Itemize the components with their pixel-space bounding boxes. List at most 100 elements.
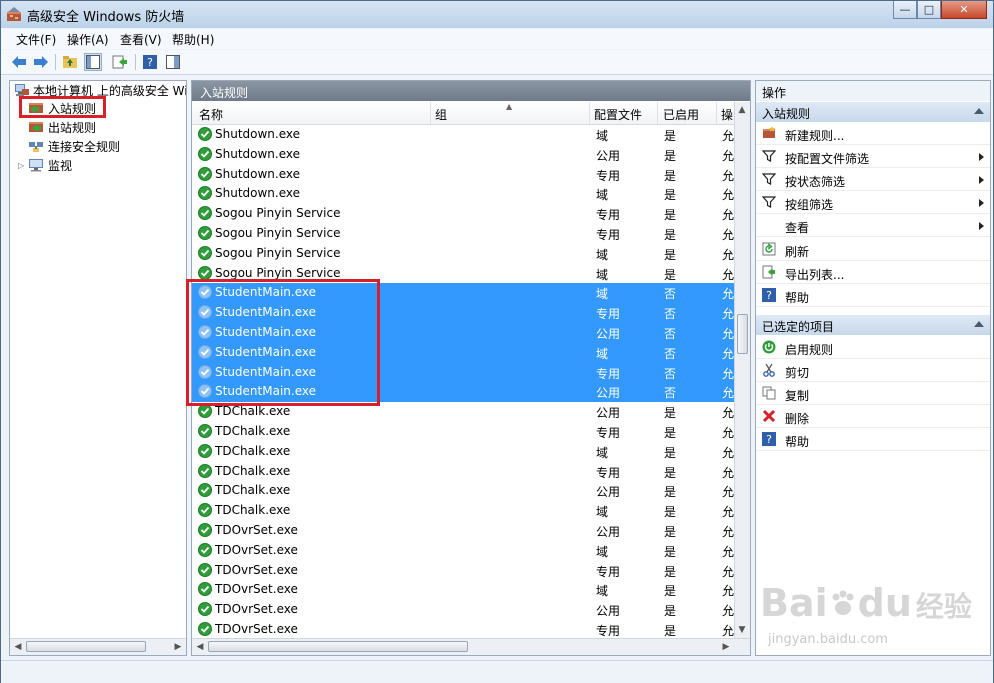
table-row[interactable]: TDChalk.exe 域 是 允 — [192, 442, 734, 462]
table-row[interactable]: TDOvrSet.exe 公用 是 允 — [192, 600, 734, 620]
column-divider[interactable] — [657, 102, 658, 124]
scroll-right-arrow-icon[interactable]: ▶ — [720, 641, 732, 653]
column-divider[interactable] — [589, 102, 590, 124]
column-divider[interactable] — [430, 102, 431, 124]
rule-action-cell: 允 — [722, 267, 735, 282]
menu-file[interactable]: 文件(F) — [16, 31, 56, 48]
column-header-enabled[interactable]: 已启用 — [663, 106, 699, 123]
scroll-down-arrow-icon[interactable]: ▼ — [736, 624, 748, 636]
column-header-name[interactable]: 名称 — [199, 106, 223, 123]
table-row[interactable]: Shutdown.exe 公用 是 允 — [192, 145, 734, 165]
action-item[interactable]: ? 帮助 — [756, 285, 990, 307]
table-row[interactable]: TDChalk.exe 专用 是 允 — [192, 462, 734, 482]
table-row[interactable]: TDOvrSet.exe 专用 是 允 — [192, 561, 734, 581]
rule-enabled-cell: 是 — [664, 445, 677, 460]
table-row[interactable]: Shutdown.exe 域 是 允 — [192, 125, 734, 145]
forward-button[interactable] — [32, 53, 50, 71]
table-row[interactable]: TDOvrSet.exe 域 是 允 — [192, 580, 734, 600]
rules-pane-title: 入站规则 — [200, 86, 249, 100]
action-label: 帮助 — [785, 435, 810, 450]
rule-enabled-cell: 是 — [664, 148, 677, 163]
properties-button[interactable] — [164, 53, 182, 71]
menu-view[interactable]: 查看(V) — [120, 31, 162, 48]
rule-enabled-cell: 是 — [664, 525, 677, 539]
action-label: 帮助 — [785, 290, 810, 305]
table-row[interactable]: Shutdown.exe 专用 是 允 — [192, 165, 734, 185]
help-button[interactable]: ? — [141, 53, 159, 71]
action-item[interactable]: 查看 — [756, 215, 990, 238]
action-item[interactable]: 按组筛选 — [756, 192, 990, 215]
close-button[interactable]: ✕ — [941, 1, 987, 19]
svg-text:?: ? — [766, 433, 772, 446]
table-row[interactable]: TDOvrSet.exe 公用 是 允 — [192, 521, 734, 541]
rule-name-cell: TDChalk.exe — [215, 443, 291, 458]
table-row[interactable]: Sogou Pinyin Service 域 是 允 — [192, 244, 734, 264]
show-hide-console-tree-button[interactable] — [84, 53, 102, 71]
export-icon — [762, 265, 776, 279]
column-header-action[interactable]: 操 — [721, 106, 733, 123]
rule-profile-cell: 专用 — [596, 168, 621, 183]
table-row[interactable]: Shutdown.exe 域 是 允 — [192, 184, 734, 204]
column-header-profile[interactable]: 配置文件 — [594, 106, 642, 123]
rule-profile-cell: 公用 — [596, 525, 621, 539]
action-item[interactable]: 按状态筛选 — [756, 169, 990, 192]
collapse-arrow-icon[interactable] — [974, 108, 984, 114]
actions-section-inbound-rules[interactable]: 入站规则 — [756, 102, 990, 122]
menu-help[interactable]: 帮助(H) — [172, 31, 214, 48]
tree-horizontal-scrollbar[interactable]: ◀ ▶ — [10, 638, 186, 655]
rule-enabled-check-icon — [198, 523, 212, 537]
scroll-left-arrow-icon[interactable]: ◀ — [12, 641, 24, 653]
action-item[interactable]: 刷新 — [756, 239, 990, 261]
scroll-left-arrow-icon[interactable]: ◀ — [194, 641, 206, 653]
rule-enabled-check-icon — [198, 265, 212, 280]
actions-section-selected-items[interactable]: 已选定的项目 — [756, 315, 990, 335]
window-controls: — □ ✕ — [893, 1, 987, 20]
status-bar — [1, 660, 993, 683]
table-row[interactable]: TDOvrSet.exe 专用 是 允 — [192, 620, 734, 640]
tree-item-monitoring[interactable]: ▷ 监视 — [18, 156, 72, 174]
back-button[interactable] — [10, 53, 28, 71]
table-row[interactable]: Sogou Pinyin Service 专用 是 允 — [192, 224, 734, 244]
tree-item-outbound-rules[interactable]: 出站规则 — [28, 118, 96, 136]
table-row[interactable]: Sogou Pinyin Service 专用 是 允 — [192, 204, 734, 224]
tree-item-connection-security-rules[interactable]: 连接安全规则 — [28, 137, 120, 155]
maximize-button[interactable]: □ — [917, 1, 941, 19]
action-item[interactable]: 按配置文件筛选 — [756, 146, 990, 169]
column-divider[interactable] — [716, 102, 717, 124]
collapse-arrow-icon[interactable] — [974, 321, 984, 327]
rule-enabled-cell: 是 — [664, 267, 677, 282]
table-row[interactable]: TDChalk.exe 公用 是 允 — [192, 481, 734, 501]
rule-action-cell: 允 — [722, 584, 735, 599]
scroll-thumb[interactable] — [208, 641, 468, 652]
action-item[interactable]: 剪切 — [756, 360, 990, 383]
rules-vertical-scrollbar[interactable]: ▲ ▼ — [734, 102, 750, 638]
actions-pane: 操作 入站规则 新建规则... 按配置文件筛选 按状态筛选 按组筛选 查看 刷新 导出列表.… — [755, 80, 991, 656]
up-folder-button[interactable] — [61, 53, 79, 71]
action-item[interactable]: 导出列表... — [756, 262, 990, 284]
rule-action-cell: 允 — [722, 525, 735, 539]
menu-action[interactable]: 操作(A) — [67, 31, 109, 48]
column-header-group[interactable]: 组 — [435, 106, 447, 123]
action-item[interactable]: 启用规则 — [756, 337, 990, 359]
watermark-cn: 经验 — [915, 590, 972, 623]
expand-arrow-icon[interactable]: ▷ — [18, 161, 28, 170]
action-item[interactable]: 复制 — [756, 383, 990, 406]
table-row[interactable]: TDChalk.exe 域 是 允 — [192, 501, 734, 521]
scroll-right-arrow-icon[interactable]: ▶ — [172, 641, 184, 653]
table-row[interactable]: TDChalk.exe 专用 是 允 — [192, 422, 734, 442]
scroll-up-arrow-icon[interactable]: ▲ — [736, 104, 748, 116]
title-bar[interactable]: 高级安全 Windows 防火墙 — □ ✕ — [1, 1, 993, 28]
action-item[interactable]: ? 帮助 — [756, 429, 990, 452]
rules-horizontal-scrollbar[interactable]: ◀ ▶ — [192, 638, 750, 655]
scroll-thumb[interactable] — [26, 641, 146, 652]
action-item[interactable]: 删除 — [756, 406, 990, 429]
scroll-thumb[interactable] — [737, 314, 748, 354]
action-item[interactable]: 新建规则... — [756, 123, 990, 145]
action-label: 按配置文件筛选 — [785, 152, 870, 167]
rule-action-cell: 允 — [722, 247, 735, 262]
table-row[interactable]: TDOvrSet.exe 域 是 允 — [192, 541, 734, 561]
export-button[interactable] — [111, 53, 129, 71]
rule-enabled-cell: 是 — [664, 604, 677, 619]
submenu-arrow-icon — [979, 199, 984, 208]
minimize-button[interactable]: — — [893, 1, 917, 19]
